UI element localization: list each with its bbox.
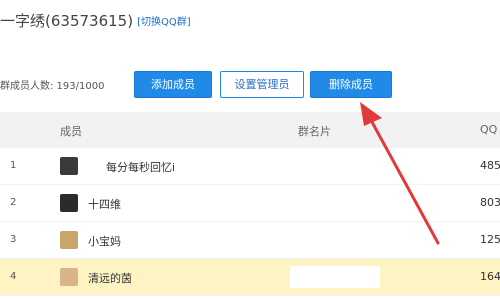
row-number: 2 [10, 197, 17, 208]
member-nickname: 清远的茵 [88, 272, 132, 285]
row-number: 4 [10, 271, 17, 282]
column-header-qq[interactable]: QQ [480, 123, 497, 136]
member-qq: 803 [480, 196, 500, 209]
group-card-field[interactable] [290, 266, 380, 288]
table-row-selected[interactable]: 4 清远的茵 164 [0, 259, 500, 296]
group-name: 一字绣(63573615) [0, 11, 134, 30]
member-nickname: 小宝妈 [88, 235, 121, 248]
member-qq: 125 [480, 233, 500, 246]
delete-member-button[interactable]: 删除成员 [310, 70, 392, 98]
avatar [60, 268, 78, 286]
member-nickname: 每分每秒回忆i [106, 161, 176, 174]
add-member-button[interactable]: 添加成员 [134, 70, 212, 98]
row-number: 3 [10, 234, 17, 245]
member-table: 成员 群名片 QQ 1 每分每秒回忆i 485 2 十四维 803 3 小宝妈 … [0, 112, 500, 296]
member-toolbar: 群成员人数: 193/1000 添加成员 设置管理员 删除成员 [0, 70, 392, 98]
member-qq: 164 [480, 270, 500, 283]
column-header-card[interactable]: 群名片 [298, 123, 331, 139]
avatar [60, 157, 78, 175]
avatar [60, 231, 78, 249]
table-row[interactable]: 1 每分每秒回忆i 485 [0, 148, 500, 185]
column-header-member[interactable]: 成员 [60, 123, 82, 139]
member-count: 群成员人数: 193/1000 [0, 80, 105, 92]
member-qq: 485 [480, 159, 500, 172]
member-nickname: 十四维 [88, 198, 121, 211]
table-header: 成员 群名片 QQ [0, 112, 500, 148]
switch-group-link[interactable]: [切换QQ群] [137, 13, 191, 28]
avatar [60, 194, 78, 212]
table-row[interactable]: 2 十四维 803 [0, 185, 500, 222]
row-number: 1 [10, 160, 17, 171]
table-row[interactable]: 3 小宝妈 125 [0, 222, 500, 259]
group-title-bar: 一字绣(63573615) [切换QQ群] [0, 8, 191, 32]
set-admin-button[interactable]: 设置管理员 [220, 70, 304, 98]
